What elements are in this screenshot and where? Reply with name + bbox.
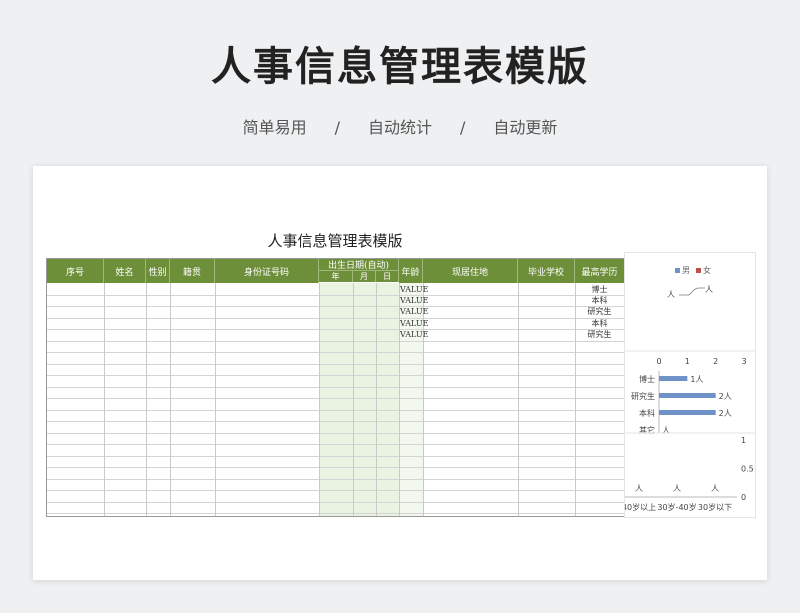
education-cell: 本科 [591, 296, 608, 305]
row-line [47, 317, 624, 319]
header-school: 毕业学校 [518, 259, 575, 283]
row-line [47, 467, 624, 468]
age-cell: VALUE [400, 319, 429, 328]
age-data-label: 人 [635, 484, 643, 493]
row-line [47, 398, 624, 399]
age-category-label: 30岁以下 [698, 502, 732, 512]
edu-category-label: 研究生 [631, 391, 655, 401]
feature-tags: 简单易用 / 自动统计 / 自动更新 [0, 114, 800, 138]
age-cell: VALUE [400, 296, 429, 305]
row-line [47, 444, 624, 445]
row-line [47, 329, 624, 330]
charts-svg: 人 人 0 1 2 3博士 1人研究生 2人本科 2人其它人 00.5140岁以上人30岁-… [625, 285, 755, 512]
header-origin: 籍贯 [170, 259, 215, 283]
header-education: 最高学历 [575, 259, 624, 283]
header-year: 年 [319, 271, 353, 282]
education-cell: 研究生 [587, 330, 612, 339]
age-axis-tick: 1 [741, 436, 746, 445]
row-line [47, 340, 624, 342]
col-divider [518, 283, 519, 516]
age-data-label: 人 [673, 484, 681, 493]
col-divider [146, 283, 147, 516]
age-axis-tick: 0.5 [741, 465, 754, 474]
header-gender: 性别 [146, 259, 170, 283]
edu-bar [659, 393, 716, 398]
col-divider [215, 283, 216, 516]
edu-category-label: 博士 [639, 374, 655, 384]
header-id-number: 身份证号码 [215, 259, 319, 283]
row-line [47, 294, 624, 296]
row-line [47, 363, 624, 365]
gender-point-label: 人 [705, 285, 713, 294]
age-data-label: 人 [711, 484, 719, 493]
col-divider [353, 283, 354, 516]
header-birth: 出生日期(自动) [319, 259, 399, 271]
row-line [47, 352, 624, 353]
age-cell: VALUE [400, 307, 429, 316]
edu-data-label: 1人 [690, 375, 703, 384]
header-address: 现居住地 [423, 259, 518, 283]
row-line [47, 490, 624, 491]
row-line [47, 421, 624, 422]
edu-axis-tick: 1 [685, 357, 690, 366]
edu-axis-tick: 3 [741, 357, 746, 366]
age-chart: 00.5140岁以上人30岁-40岁人30岁以下人 [625, 436, 754, 512]
tag-separator: / [334, 118, 340, 137]
education-cell: 本科 [591, 319, 608, 328]
edu-data-label: 2人 [719, 409, 732, 418]
page-title: 人事信息管理表模版 [211, 44, 589, 90]
header-day: 日 [376, 271, 399, 282]
age-cell: VALUE [400, 285, 429, 294]
education-cell: 研究生 [587, 307, 612, 316]
edu-category-label: 本科 [639, 408, 655, 418]
age-category-label: 40岁以上 [625, 502, 656, 512]
edu-data-label: 人 [662, 426, 670, 435]
row-line [47, 409, 624, 411]
row-line [47, 478, 624, 480]
age-category-label: 30岁-40岁 [657, 502, 696, 512]
row-line [47, 306, 624, 307]
row-line [47, 386, 624, 388]
education-chart: 0 1 2 3博士 1人研究生 2人本科 2人其它人 [631, 357, 747, 435]
col-divider [376, 283, 377, 516]
header-age: 年龄 [399, 259, 423, 283]
age-cell: VALUE [400, 330, 429, 339]
col-divider [319, 283, 320, 516]
age-axis-tick: 0 [741, 493, 746, 502]
sheet-title: 人事信息管理表模版 [267, 232, 403, 250]
row-line [47, 375, 624, 376]
col-divider [104, 283, 105, 516]
tag-easy: 简单易用 [242, 118, 307, 137]
header-name: 姓名 [104, 259, 146, 283]
gender-point-label: 人 [667, 290, 675, 299]
row-line [47, 455, 624, 457]
chart-panel: 男女 人 人 0 1 2 3 博士 1人 研究生 2人 本科 2人 其它人 0 0.5 1 40岁以上人 3… [624, 252, 756, 518]
edu-data-label: 2人 [719, 392, 732, 401]
edu-bar [659, 410, 716, 415]
col-divider [170, 283, 171, 516]
row-line [47, 513, 624, 514]
row-line [47, 501, 624, 503]
gender-chart: 人 人 [667, 285, 713, 299]
header-seq: 序号 [47, 259, 104, 283]
tag-auto-stats: 自动统计 [367, 118, 432, 137]
tag-separator: / [460, 118, 466, 137]
header-month: 月 [353, 271, 376, 282]
tag-auto-update: 自动更新 [493, 118, 558, 137]
edu-bar [659, 376, 688, 381]
edu-axis-tick: 2 [713, 357, 718, 366]
edu-axis-tick: 0 [656, 357, 661, 366]
education-cell: 博士 [591, 285, 608, 294]
personnel-table: 序号 姓名 性别 籍贯 身份证号码 出生日期(自动) 年 月 日 年龄 现居住地… [46, 258, 625, 517]
gender-series-line [679, 287, 705, 296]
row-line [47, 432, 624, 434]
table-body: VALUE VALUE VALUE VALUE VALUE 博士 本科 研究生 … [47, 283, 624, 516]
